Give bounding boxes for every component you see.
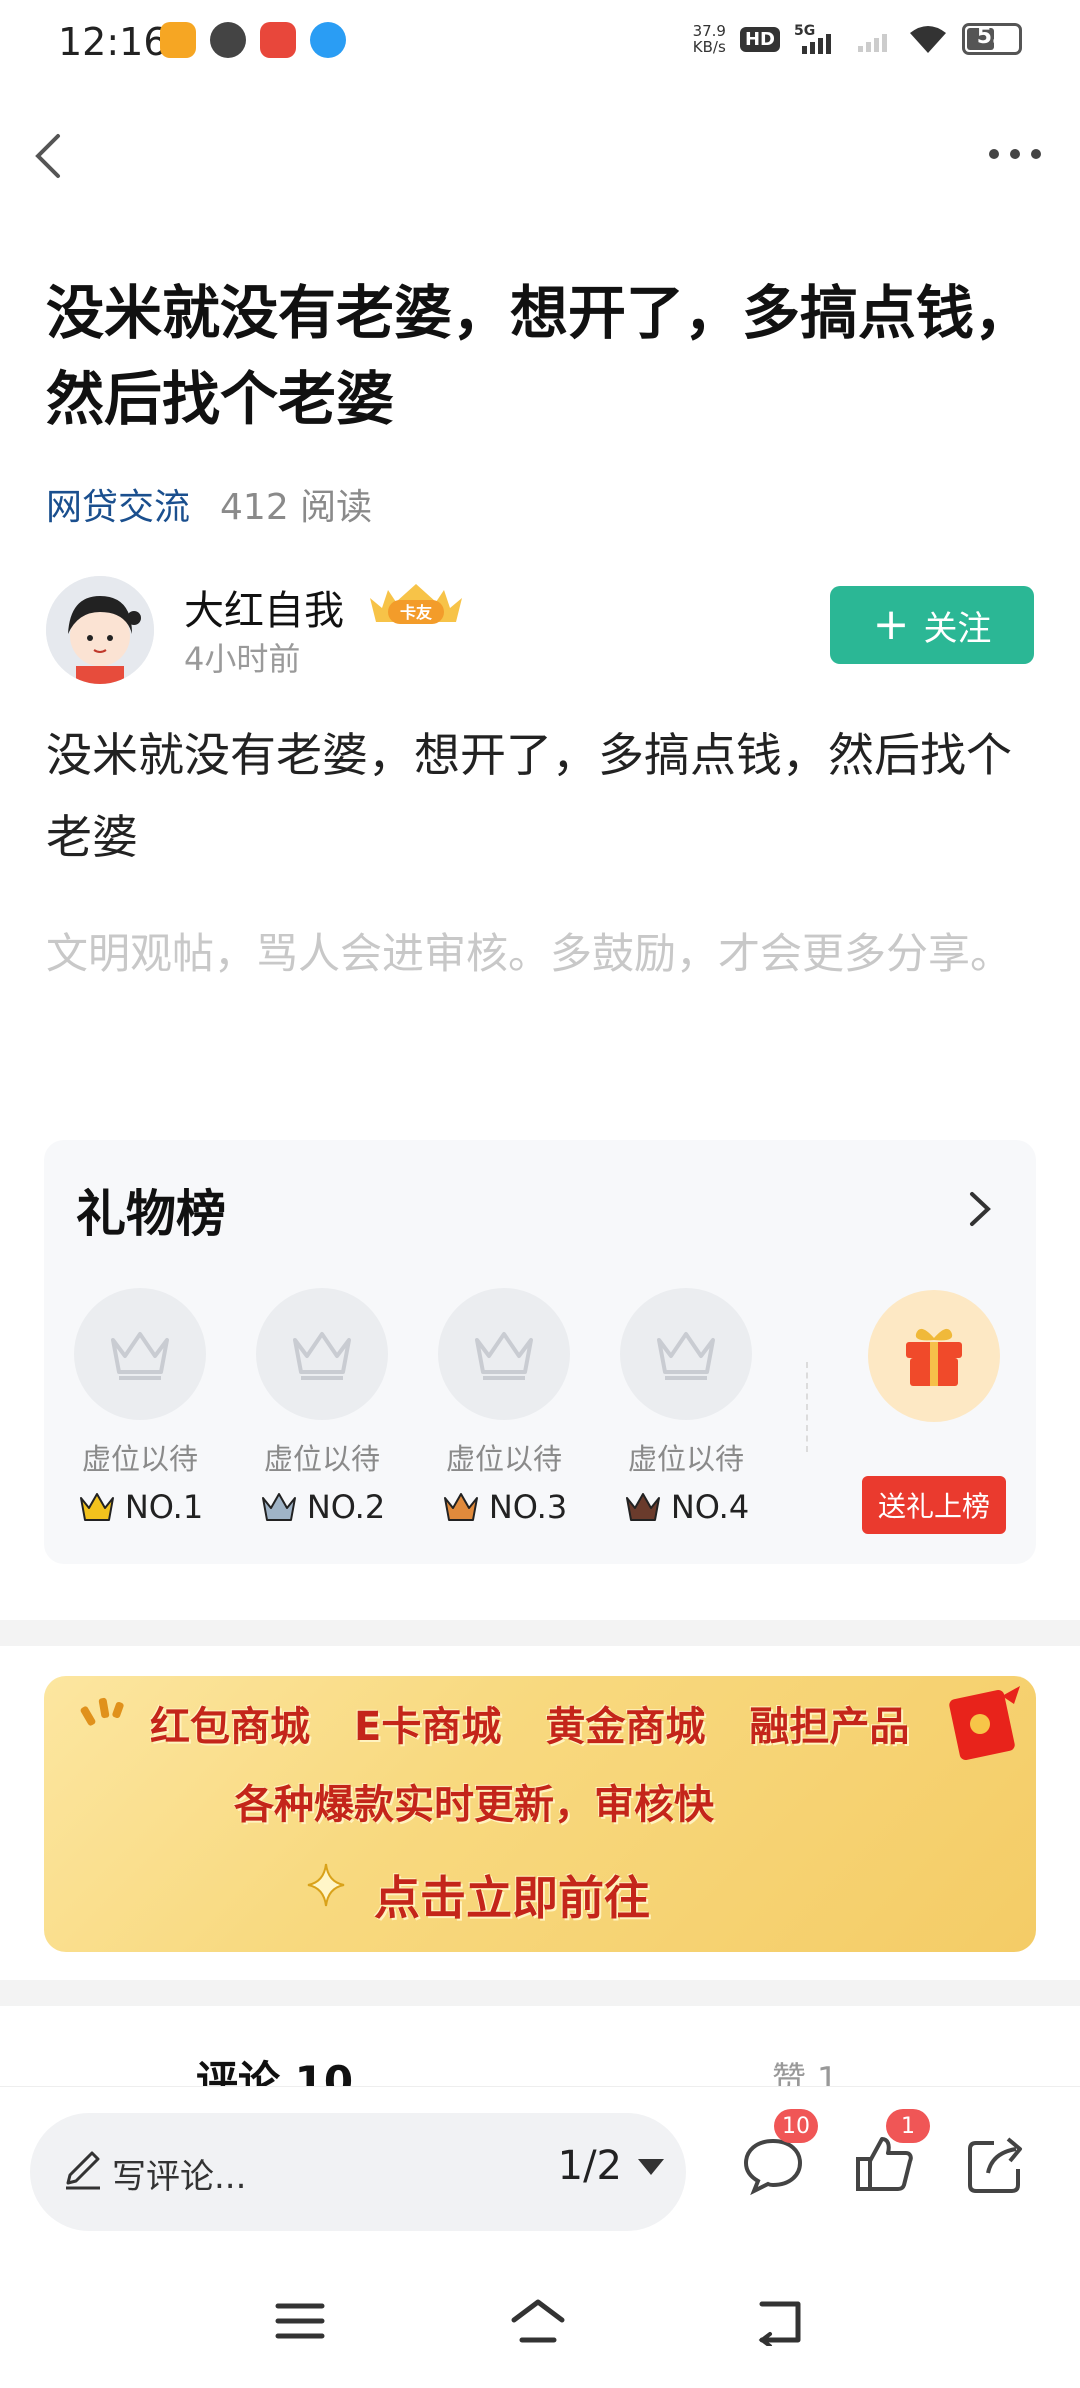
menu-icon <box>275 2303 325 2339</box>
slot-label: 虚位以待 <box>81 1442 198 1476</box>
back-button[interactable] <box>20 120 90 190</box>
gift-board-title: 礼物榜 <box>76 1185 226 1243</box>
star-sparkle-icon <box>307 1863 345 1907</box>
gift-slot[interactable]: 虚位以待 NO.4 <box>620 1288 752 1526</box>
avatar[interactable] <box>46 576 154 684</box>
system-nav-bar <box>0 2260 1080 2388</box>
back-nav-button[interactable] <box>752 2296 808 2348</box>
post-time: 4小时前 <box>184 640 301 678</box>
comment-button[interactable]: 10 <box>740 2109 818 2197</box>
svg-text:5G: 5G <box>794 23 815 39</box>
slot-rank: NO.4 <box>620 1488 752 1526</box>
return-icon <box>758 2301 801 2348</box>
chevron-right-icon <box>970 1192 991 1226</box>
notification-icons <box>160 22 346 58</box>
menu-button[interactable] <box>272 2296 328 2346</box>
status-right: 37.9 KB/s HD 5G 53 <box>693 22 1022 56</box>
more-dots-icon <box>989 149 1041 159</box>
wifi-icon <box>910 26 946 53</box>
signal-icon <box>858 34 887 52</box>
gift-slot[interactable]: 虚位以待 NO.3 <box>438 1288 570 1526</box>
banner-shop-row: 红包商城 E卡商城 黄金商城 融担产品 <box>150 1694 909 1752</box>
banner-shop-item: E卡商城 <box>354 1704 502 1750</box>
gift-board: 礼物榜 虚位以待 NO.1 虚位以待 NO.2 虚位以待 NO.3 虚位以待 NO.4 送礼上… <box>44 1140 1036 1564</box>
follow-button[interactable]: + 关注 <box>830 586 1034 664</box>
bottom-action-bar: 写评论... 1/2 10 1 <box>0 2086 1080 2260</box>
slot-label: 虚位以待 <box>627 1442 744 1476</box>
more-button[interactable] <box>980 124 1050 184</box>
game-icon <box>260 22 296 58</box>
rank-crown-icon <box>443 1493 478 1521</box>
banner-shop-item: 黄金商城 <box>545 1704 706 1750</box>
read-count: 412 阅读 <box>220 487 373 528</box>
net-speed: 37.9 KB/s <box>692 22 726 56</box>
banner-subtitle: 各种爆款实时更新，审核快 <box>234 1782 714 1828</box>
section-separator <box>0 1620 1080 1646</box>
top-nav <box>0 110 1080 200</box>
post-title: 没米就没有老婆，想开了，多搞点钱，然后找个老婆 <box>46 279 1033 433</box>
section-separator <box>0 1980 1080 2006</box>
hd-icon: HD <box>739 26 780 52</box>
rank-crown-icon <box>261 1493 296 1521</box>
post-notice: 文明观帖，骂人会进审核。多鼓励，才会更多分享。 <box>46 929 1013 978</box>
empty-crown-icon <box>256 1288 388 1420</box>
gift-slot[interactable]: 虚位以待 NO.1 <box>74 1288 206 1526</box>
empty-crown-icon <box>74 1288 206 1420</box>
slot-rank: NO.3 <box>438 1488 570 1526</box>
tab-comments[interactable]: 评论 10 <box>196 2048 353 2086</box>
pen-icon <box>66 2151 100 2190</box>
red-envelope-icon <box>949 1686 1020 1761</box>
gift-icon <box>906 1328 962 1386</box>
signal-5g-icon: 5G <box>794 23 831 54</box>
author-name[interactable]: 大红自我 <box>184 578 344 636</box>
comment-count-badge: 10 <box>774 2109 818 2143</box>
share-icon <box>968 2137 1022 2193</box>
follow-label: 关注 <box>923 608 992 649</box>
comment-placeholder: 写评论... <box>112 2157 247 2197</box>
share-button[interactable] <box>964 2131 1030 2197</box>
banner-shop-item: 红包商城 <box>150 1704 310 1750</box>
app-icon <box>210 22 246 58</box>
like-count-badge: 1 <box>886 2109 930 2143</box>
comment-tabs: 评论 10 赞 1 <box>0 2016 1080 2086</box>
divider <box>806 1362 808 1452</box>
post-body: 没米就没有老婆，想开了，多搞点钱，然后找个老婆 <box>46 728 1012 864</box>
send-gift-button[interactable]: 送礼上榜 <box>862 1476 1006 1534</box>
home-button[interactable] <box>510 2296 566 2346</box>
comment-input[interactable]: 写评论... 1/2 <box>30 2113 686 2231</box>
avatar-image <box>46 576 154 684</box>
qq-icon <box>310 22 346 58</box>
banner-shop-item: 融担产品 <box>749 1704 910 1750</box>
badge-icon: 卡友 <box>366 578 466 630</box>
gift-board-more-button[interactable] <box>960 1186 1000 1232</box>
weibo-icon <box>160 22 196 58</box>
status-bar: 12:16 37.9 KB/s HD 5G 53 <box>0 0 1080 84</box>
forum-link[interactable]: 网贷交流 <box>46 478 190 530</box>
battery-icon: 53 <box>962 23 1022 55</box>
post-meta: 网贷交流 412 阅读 <box>46 478 372 530</box>
empty-crown-icon <box>620 1288 752 1420</box>
promo-banner[interactable]: 红包商城 E卡商城 黄金商城 融担产品 各种爆款实时更新，审核快 点击立即前往 <box>44 1676 1036 1952</box>
banner-cta: 点击立即前往 <box>374 1871 650 1925</box>
empty-crown-icon <box>438 1288 570 1420</box>
sparkle-icon <box>80 1697 124 1726</box>
home-icon <box>511 2299 565 2343</box>
author-row: 大红自我 卡友 4小时前 + 关注 <box>46 576 1034 686</box>
caret-down-icon[interactable] <box>636 2157 666 2177</box>
gift-icon-button[interactable] <box>868 1290 1000 1422</box>
status-time: 12:16 <box>58 20 168 64</box>
plus-icon: + <box>872 599 910 650</box>
rank-crown-icon <box>79 1493 114 1521</box>
svg-text:卡友: 卡友 <box>400 603 433 622</box>
rank-crown-icon <box>625 1493 660 1521</box>
page-indicator[interactable]: 1/2 <box>558 2143 622 2189</box>
slot-rank: NO.1 <box>74 1488 206 1526</box>
tab-likes[interactable]: 赞 1 <box>772 2052 838 2086</box>
slot-label: 虚位以待 <box>445 1442 562 1476</box>
slot-rank: NO.2 <box>256 1488 388 1526</box>
slot-label: 虚位以待 <box>263 1442 380 1476</box>
gift-slot[interactable]: 虚位以待 NO.2 <box>256 1288 388 1526</box>
back-arrow-icon <box>35 134 60 178</box>
like-button[interactable]: 1 <box>852 2109 930 2197</box>
